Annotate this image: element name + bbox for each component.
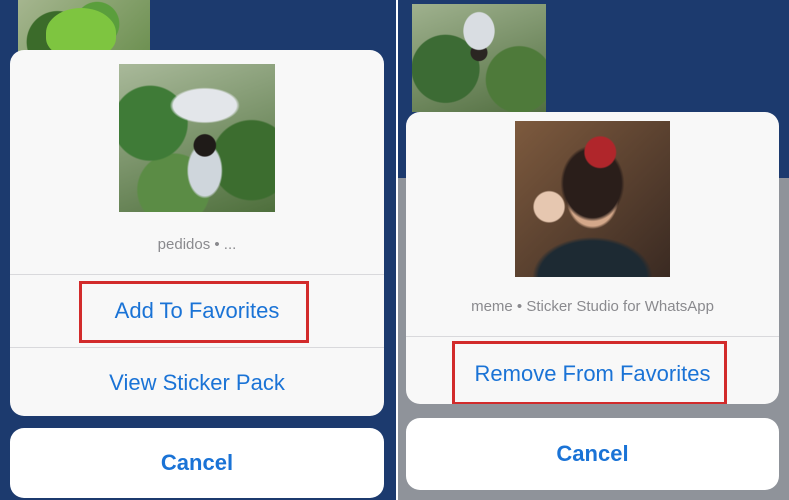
cancel-button[interactable]: Cancel <box>10 428 384 498</box>
divider <box>10 347 384 348</box>
left-screenshot: pedidos • ... Add To Favorites View Stic… <box>0 0 396 500</box>
sticker-preview-image <box>515 121 670 277</box>
sticker-meta-text: meme • Sticker Studio for WhatsApp <box>471 298 714 315</box>
right-screenshot: meme • Sticker Studio for WhatsApp Remov… <box>398 0 789 500</box>
cancel-label: Cancel <box>160 450 234 475</box>
highlight-box <box>452 341 727 404</box>
sticker-meta-text: pedidos • ... <box>157 236 237 253</box>
view-sticker-pack-button[interactable]: View Sticker Pack <box>10 370 384 396</box>
cancel-button[interactable]: Cancel <box>406 418 779 490</box>
divider <box>10 274 384 275</box>
highlight-box <box>79 281 309 343</box>
chat-sticker-thumbnail <box>412 4 546 112</box>
sticker-action-sheet: pedidos • ... Add To Favorites View Stic… <box>10 50 384 416</box>
sticker-preview-image <box>119 64 275 212</box>
sticker-action-sheet: meme • Sticker Studio for WhatsApp Remov… <box>406 112 779 404</box>
divider <box>406 336 779 337</box>
cancel-label: Cancel <box>556 441 629 466</box>
